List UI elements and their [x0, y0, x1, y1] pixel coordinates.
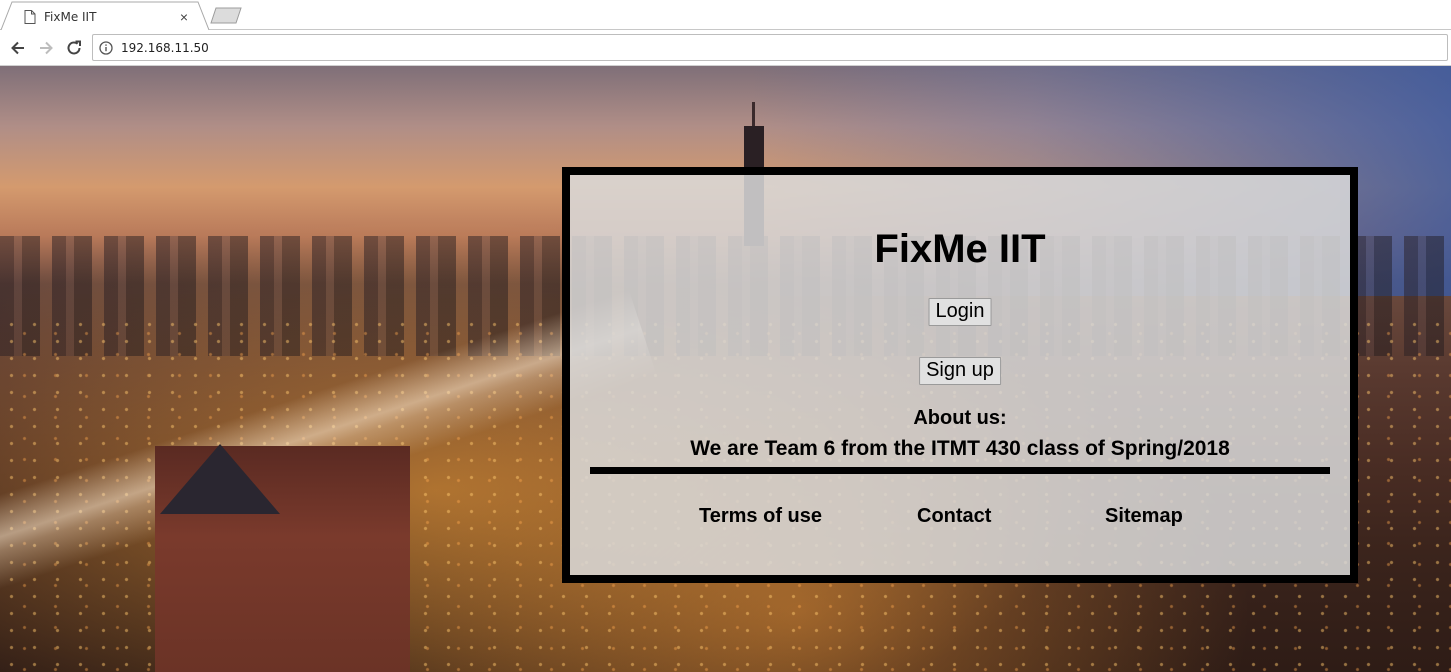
forward-icon[interactable]: [36, 38, 56, 58]
address-bar[interactable]: 192.168.11.50: [92, 34, 1448, 61]
contact-link[interactable]: Contact: [917, 505, 991, 528]
about-heading: About us:: [913, 407, 1007, 429]
reload-icon[interactable]: [64, 38, 84, 58]
tab-title: FixMe IIT: [44, 10, 97, 24]
login-button[interactable]: Login: [928, 298, 992, 326]
url-text: 192.168.11.50: [121, 40, 209, 55]
back-icon[interactable]: [8, 38, 28, 58]
page-icon: [24, 10, 36, 24]
background-tower-antenna: [752, 102, 755, 128]
background-building-roof: [160, 444, 280, 514]
page-title: FixMe IIT: [874, 227, 1046, 271]
new-tab-icon[interactable]: [210, 7, 242, 24]
sitemap-link[interactable]: Sitemap: [1105, 505, 1183, 528]
browser-toolbar: 192.168.11.50: [0, 30, 1451, 66]
about-text: We are Team 6 from the ITMT 430 class of…: [690, 437, 1230, 460]
terms-of-use-link[interactable]: Terms of use: [699, 505, 822, 528]
close-icon[interactable]: ×: [180, 9, 188, 25]
signup-button[interactable]: Sign up: [919, 357, 1001, 385]
browser-tab[interactable]: FixMe IIT ×: [24, 3, 204, 31]
browser-tabstrip: FixMe IIT ×: [0, 0, 1451, 30]
divider: [590, 467, 1330, 474]
main-card: FixMe IIT Login Sign up About us: We are…: [562, 167, 1358, 583]
info-icon[interactable]: [99, 40, 113, 55]
